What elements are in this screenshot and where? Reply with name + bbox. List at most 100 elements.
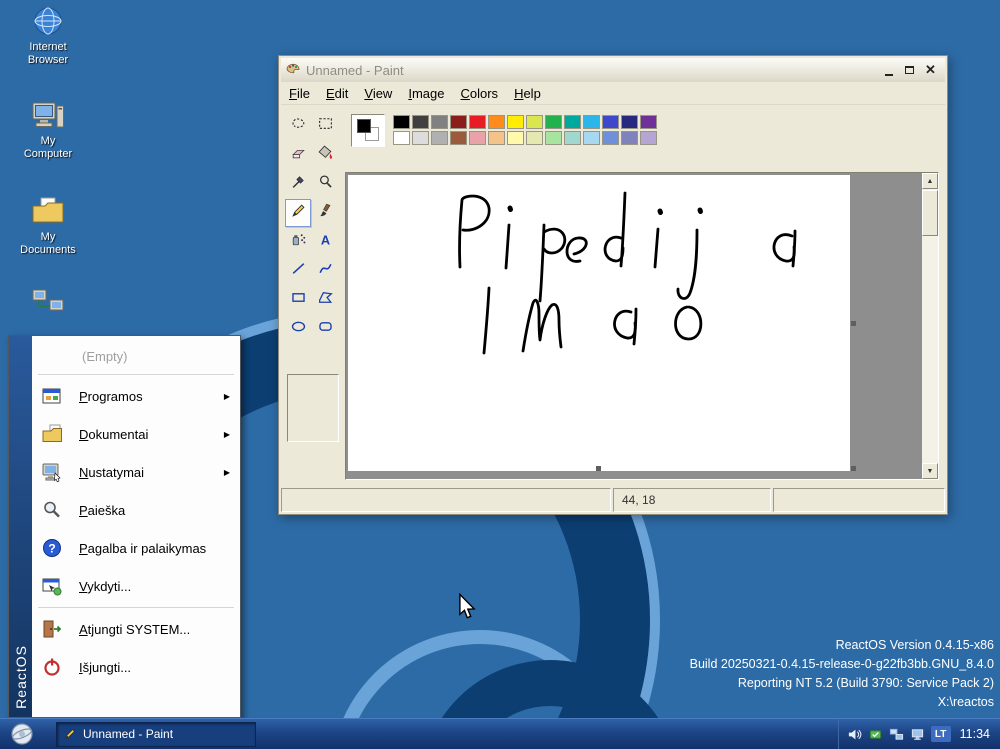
tool-line-button[interactable]	[285, 257, 311, 285]
start-button[interactable]	[0, 719, 44, 749]
tool-ellipse-button[interactable]	[285, 315, 311, 343]
start-menu-item-paie-ka[interactable]: Paieška	[32, 491, 240, 529]
desktop-icon-my-network[interactable]	[6, 286, 90, 318]
taskbar: Unnamed - Paint LT 11:34	[0, 718, 1000, 749]
color-swatch[interactable]	[412, 131, 429, 145]
tool-rectangle-button[interactable]	[285, 286, 311, 314]
tool-freeform-select-button[interactable]	[285, 112, 311, 140]
desktop-icon-label: My Computer	[16, 135, 80, 161]
tool-airbrush-button[interactable]	[285, 228, 311, 256]
color-swatch[interactable]	[469, 115, 486, 129]
color-swatch[interactable]	[640, 115, 657, 129]
scroll-down-icon[interactable]: ▼	[922, 463, 938, 479]
vertical-scrollbar[interactable]: ▲ ▼	[922, 173, 938, 479]
paint-canvas[interactable]	[348, 175, 850, 471]
tool-fill-button[interactable]	[312, 141, 338, 169]
start-menu-item-dokumentai[interactable]: Dokumentai▶	[32, 415, 240, 453]
tool-options-box[interactable]	[287, 374, 339, 442]
color-swatch[interactable]	[640, 131, 657, 145]
color-swatch[interactable]	[412, 115, 429, 129]
menu-item-help[interactable]: Help	[506, 84, 549, 104]
start-menu-items: Programos▶Dokumentai▶Nustatymai▶Paieška?…	[32, 377, 240, 605]
taskbar-button-paint[interactable]: Unnamed - Paint	[56, 722, 256, 747]
network-icon[interactable]	[889, 726, 905, 742]
start-menu-item-nustatymai[interactable]: Nustatymai▶	[32, 453, 240, 491]
tool-text-button[interactable]: A	[312, 228, 338, 256]
color-swatch[interactable]	[621, 131, 638, 145]
scrollbar-thumb[interactable]	[922, 190, 938, 236]
color-swatch[interactable]	[431, 131, 448, 145]
tool-pencil-button[interactable]	[285, 199, 311, 227]
color-swatch[interactable]	[564, 115, 581, 129]
desktop-icon-my-documents[interactable]: My Documents	[6, 196, 90, 257]
desktop-icon-my-computer[interactable]: My Computer	[6, 100, 90, 161]
volume-icon[interactable]	[847, 726, 863, 742]
maximize-button[interactable]	[899, 61, 920, 79]
color-swatch[interactable]	[488, 131, 505, 145]
language-indicator[interactable]: LT	[931, 726, 951, 742]
tool-rounded-rectangle-button[interactable]	[312, 315, 338, 343]
menu-item-image[interactable]: Image	[400, 84, 452, 104]
paint-titlebar[interactable]: Unnamed - Paint ✕	[281, 58, 945, 82]
color-swatch[interactable]	[564, 131, 581, 145]
tool-color-picker-button[interactable]	[285, 170, 311, 198]
color-swatch[interactable]	[583, 131, 600, 145]
start-menu-separator-2	[38, 607, 234, 608]
scroll-up-icon[interactable]: ▲	[922, 173, 938, 189]
color-swatch[interactable]	[450, 131, 467, 145]
minimize-button[interactable]	[878, 61, 899, 79]
tool-brush-button[interactable]	[312, 199, 338, 227]
start-menu-item-i-jungti[interactable]: Išjungti...	[32, 648, 240, 686]
svg-text:?: ?	[48, 542, 55, 556]
pencil-icon	[290, 202, 307, 224]
start-menu-item-vykdyti[interactable]: Vykdyti...	[32, 567, 240, 605]
paint-menubar: FileEditViewImageColorsHelp	[281, 83, 945, 105]
color-swatch[interactable]	[602, 115, 619, 129]
foreground-color-swatch	[357, 119, 371, 133]
start-menu-item-atjungti-system[interactable]: Atjungti SYSTEM...	[32, 610, 240, 648]
color-swatch[interactable]	[526, 131, 543, 145]
menu-item-edit[interactable]: Edit	[318, 84, 356, 104]
canvas-resize-handle-bottom[interactable]	[596, 466, 601, 471]
color-swatch[interactable]	[488, 115, 505, 129]
desktop-icon-internet-browser[interactable]: Internet Browser	[6, 6, 90, 67]
taskbar-clock[interactable]: 11:34	[960, 727, 990, 741]
color-swatch[interactable]	[583, 115, 600, 129]
color-swatch[interactable]	[431, 115, 448, 129]
canvas-resize-handle-right[interactable]	[851, 321, 856, 326]
ellipse-icon	[290, 318, 307, 340]
documents-icon	[40, 422, 64, 446]
canvas-resize-handle-corner[interactable]	[851, 466, 856, 471]
tool-rect-select-button[interactable]	[312, 112, 338, 140]
tool-eraser-button[interactable]	[285, 141, 311, 169]
fill-icon	[317, 144, 334, 166]
version-line: Reporting NT 5.2 (Build 3790: Service Pa…	[690, 674, 994, 693]
color-swatch[interactable]	[393, 115, 410, 129]
device-icon[interactable]	[868, 726, 884, 742]
tool-polygon-button[interactable]	[312, 286, 338, 314]
color-swatch[interactable]	[469, 131, 486, 145]
menu-item-file[interactable]: File	[281, 84, 318, 104]
start-menu-item-pagalba-ir-palaikymas[interactable]: ?Pagalba ir palaikymas	[32, 529, 240, 567]
color-swatch[interactable]	[602, 131, 619, 145]
menu-item-colors[interactable]: Colors	[452, 84, 506, 104]
color-swatch[interactable]	[507, 115, 524, 129]
color-swatch[interactable]	[545, 131, 562, 145]
paint-app-icon	[285, 60, 301, 81]
color-swatch[interactable]	[450, 115, 467, 129]
start-menu-item-programos[interactable]: Programos▶	[32, 377, 240, 415]
color-swatch[interactable]	[545, 115, 562, 129]
display-icon[interactable]	[910, 726, 926, 742]
color-swatch[interactable]	[507, 131, 524, 145]
airbrush-icon	[290, 231, 307, 253]
tool-curve-button[interactable]	[312, 257, 338, 285]
color-swatch[interactable]	[526, 115, 543, 129]
submenu-arrow-icon: ▶	[224, 468, 230, 477]
rect-select-icon	[317, 115, 334, 137]
close-button[interactable]: ✕	[920, 61, 941, 79]
color-swatch[interactable]	[621, 115, 638, 129]
color-swatch[interactable]	[393, 131, 410, 145]
menu-item-view[interactable]: View	[356, 84, 400, 104]
tool-magnifier-button[interactable]	[312, 170, 338, 198]
version-line: ReactOS Version 0.4.15-x86	[690, 636, 994, 655]
